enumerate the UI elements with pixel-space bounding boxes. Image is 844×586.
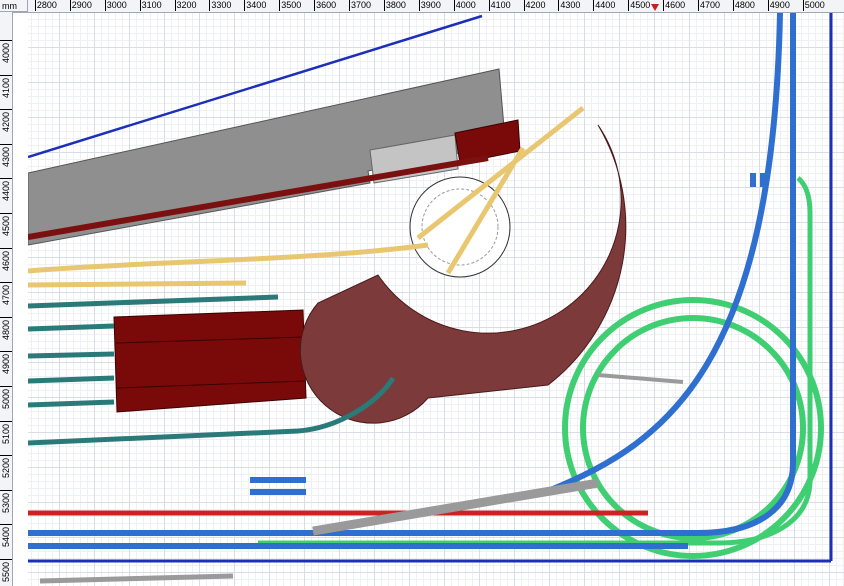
ruler-y-tick: 5500 xyxy=(0,559,12,586)
ruler-y-tick: 5100 xyxy=(0,420,12,456)
ruler-y-tick: 4900 xyxy=(0,351,12,386)
ruler-y-tick: 5200 xyxy=(0,455,12,490)
ruler-x-tick: 3600 xyxy=(314,0,337,11)
engine-shed[interactable] xyxy=(113,309,307,413)
yellow-track-lower[interactable] xyxy=(28,280,247,288)
teal-track-siding[interactable] xyxy=(28,323,115,332)
ruler-x-tick: 3800 xyxy=(383,0,406,11)
blue-track-piece[interactable] xyxy=(250,477,306,483)
ruler-y-label: 4400 xyxy=(1,181,11,202)
grey-yard-spur[interactable] xyxy=(597,373,684,384)
teal-track-siding[interactable] xyxy=(28,294,279,309)
ruler-y-tick: 4800 xyxy=(0,316,12,352)
ruler-x-tick: 3100 xyxy=(139,0,162,11)
ruler-y-tick: 4500 xyxy=(0,213,12,248)
blue-buffer-stop[interactable] xyxy=(760,173,766,187)
ruler-x-tick: 3000 xyxy=(104,0,127,11)
ruler-x-tick: 4400 xyxy=(593,0,616,11)
cursor-position-marker xyxy=(651,4,659,11)
ruler-x-tick: 4000 xyxy=(453,0,476,11)
ruler-unit-label: mm xyxy=(0,0,28,12)
teal-track-siding[interactable] xyxy=(28,375,115,384)
ruler-y-label: 4100 xyxy=(1,77,11,98)
ruler-x-tick: 4500 xyxy=(628,0,651,11)
track-layout-drawing[interactable] xyxy=(28,13,844,586)
ruler-x-tick: 3200 xyxy=(174,0,197,11)
ruler-y-label: 4300 xyxy=(1,146,11,167)
ruler-y-tick: 4400 xyxy=(0,178,12,213)
blue-track-piece[interactable] xyxy=(250,489,306,495)
yellow-track-main[interactable] xyxy=(28,242,429,274)
ruler-x-tick: 5000 xyxy=(802,0,825,11)
ruler-x-tick: 3700 xyxy=(349,0,372,11)
ruler-y-label: 5200 xyxy=(1,458,11,479)
ruler-x-tick: 4900 xyxy=(767,0,790,11)
grey-yard-ladder[interactable] xyxy=(312,478,599,536)
ruler-y-label: 5500 xyxy=(1,561,11,582)
ruler-y-label: 5100 xyxy=(1,423,11,444)
ruler-x-tick: 4200 xyxy=(523,0,546,11)
ruler-y-label: 5000 xyxy=(1,388,11,409)
ruler-x-tick: 4300 xyxy=(558,0,581,11)
ruler-y-tick: 4100 xyxy=(0,74,12,110)
green-loop-inner[interactable] xyxy=(580,315,806,541)
blue-buffer-stop[interactable] xyxy=(750,173,756,187)
ruler-y-label: 4200 xyxy=(1,112,11,133)
ruler-y-tick: 5400 xyxy=(0,524,12,559)
ruler-x-tick: 4700 xyxy=(698,0,721,11)
ruler-y-tick: 5000 xyxy=(0,386,12,421)
ruler-x-tick: 4100 xyxy=(488,0,511,11)
ruler-y-label: 5300 xyxy=(1,492,11,513)
layout-canvas[interactable] xyxy=(28,13,844,586)
ruler-y-label: 4500 xyxy=(1,215,11,236)
ruler-y-tick: 4700 xyxy=(0,282,12,317)
ruler-y-label: 4900 xyxy=(1,354,11,375)
ruler-y-tick: 4600 xyxy=(0,247,12,283)
ruler-x-tick: 2900 xyxy=(69,0,92,11)
ruler-x-tick: 4800 xyxy=(732,0,755,11)
ruler-x-tick: 3500 xyxy=(279,0,302,11)
ruler-y-tick: 4000 xyxy=(0,40,12,75)
ruler-x-tick: 4600 xyxy=(663,0,686,11)
ruler-x-tick: 3400 xyxy=(244,0,267,11)
teal-track-siding[interactable] xyxy=(28,399,115,408)
vertical-ruler[interactable]: 4000 4100 4200 4300 4400 4500 4600 4700 4800 4900… xyxy=(0,12,13,586)
teal-track-siding[interactable] xyxy=(28,351,115,359)
grey-track-bottom[interactable] xyxy=(39,573,234,584)
ruler-x-tick: 3300 xyxy=(209,0,232,11)
ruler-x-tick: 3900 xyxy=(418,0,441,11)
ruler-y-label: 5400 xyxy=(1,527,11,548)
ruler-y-label: 4700 xyxy=(1,285,11,306)
ruler-y-label: 4000 xyxy=(1,42,11,63)
ruler-y-label: 4600 xyxy=(1,250,11,271)
ruler-y-tick: 4200 xyxy=(0,109,12,144)
green-loop-outer[interactable] xyxy=(562,297,824,559)
ruler-y-label: 4800 xyxy=(1,319,11,340)
ruler-y-tick: 5300 xyxy=(0,489,12,525)
ruler-x-tick: 2800 xyxy=(34,0,57,11)
horizontal-ruler[interactable]: 2700280029003000310032003300340035003600… xyxy=(0,0,844,13)
ruler-y-tick: 4300 xyxy=(0,143,12,179)
track-planner-window: 2700280029003000310032003300340035003600… xyxy=(0,0,844,586)
